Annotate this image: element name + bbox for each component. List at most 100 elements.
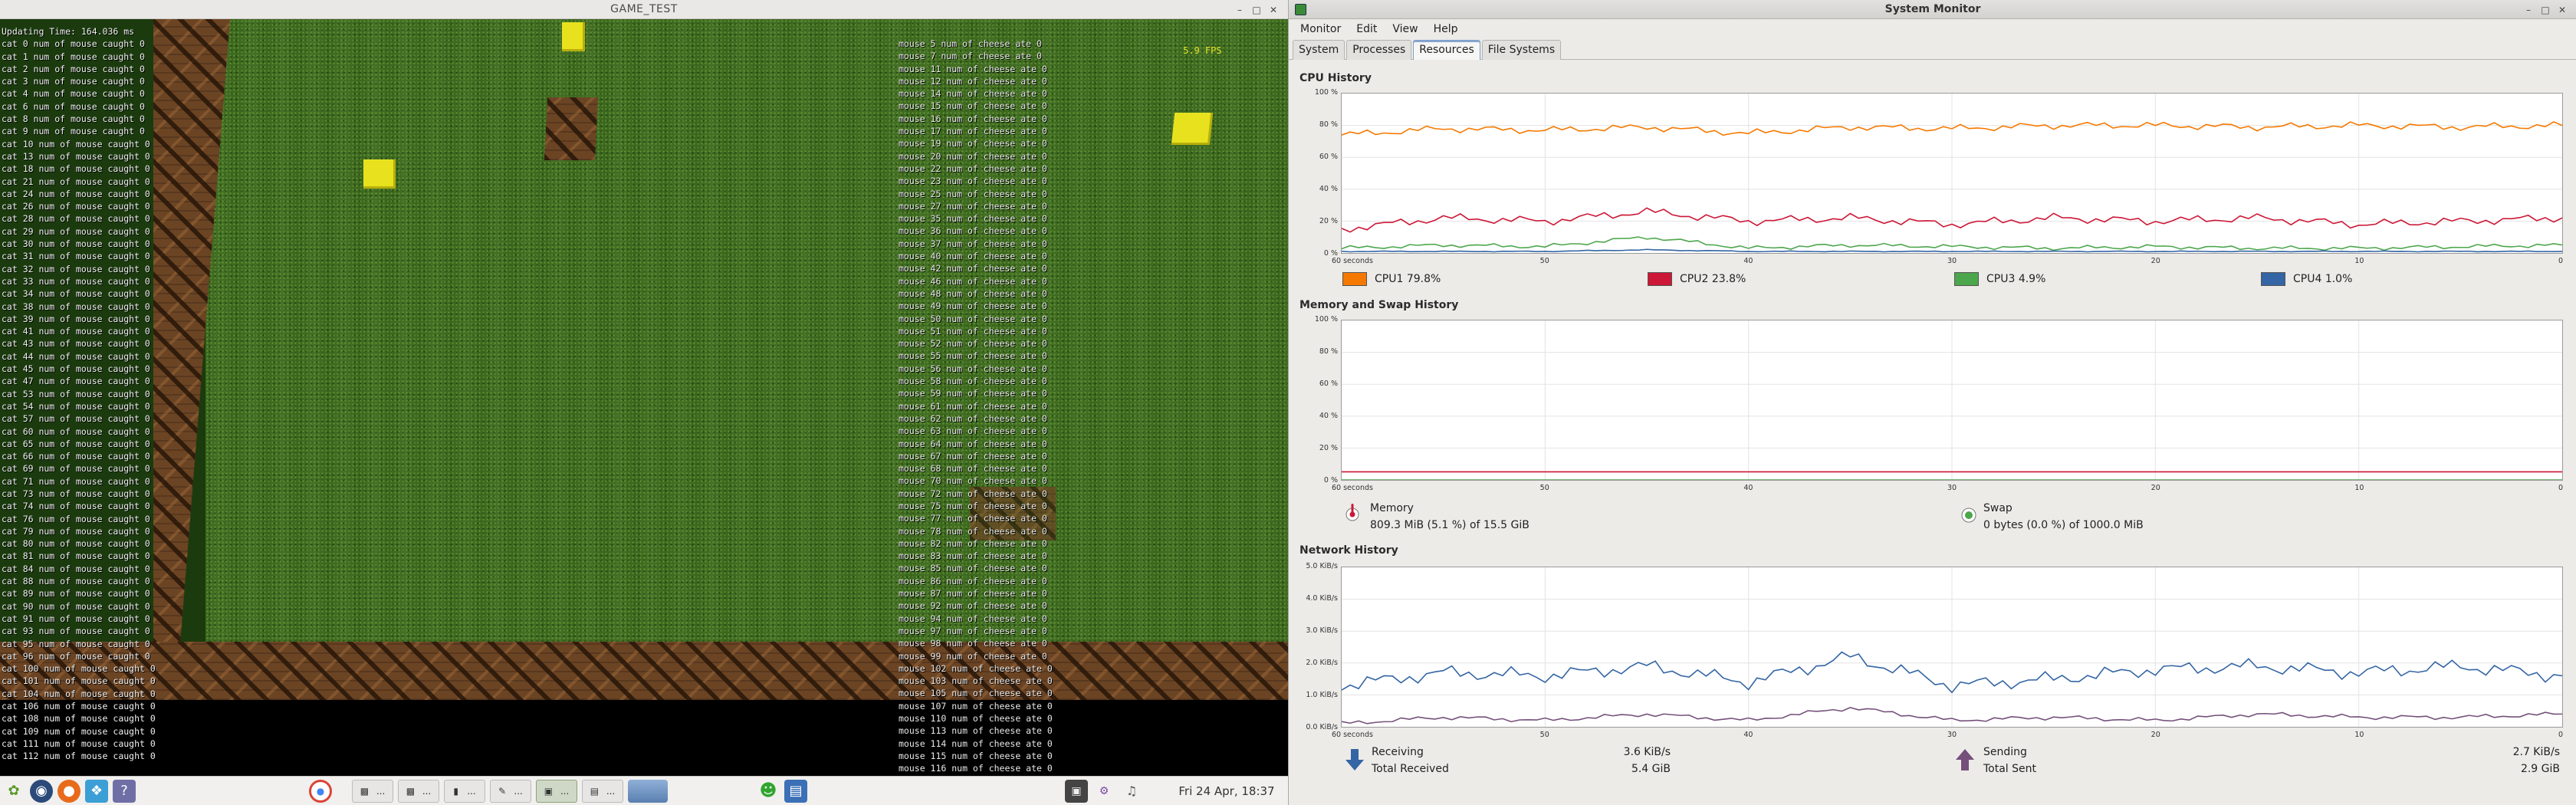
mouse-stat-line: mouse 42 num of cheese ate 0 — [899, 263, 1047, 274]
mouse-stat-line: mouse 85 num of cheese ate 0 — [899, 563, 1047, 574]
cpu-history-chart — [1341, 93, 2563, 254]
display-icon[interactable]: ▣ — [1065, 779, 1088, 803]
mouse-stat-line: mouse 48 num of cheese ate 0 — [899, 288, 1047, 299]
cat-stat-line: cat 112 num of mouse caught 0 — [2, 751, 156, 762]
taskbar-task-editor[interactable]: ✎... — [490, 779, 531, 803]
cat-stat-line: cat 38 num of mouse caught 0 — [2, 301, 150, 312]
download-arrow-icon[interactable] — [1346, 749, 1364, 774]
cpu3-swatch[interactable] — [1954, 272, 1979, 286]
cat-stat-line: cat 101 num of mouse caught 0 — [2, 675, 156, 687]
mouse-stat-line: mouse 50 num of cheese ate 0 — [899, 313, 1047, 324]
cpu4-swatch[interactable] — [2261, 272, 2285, 286]
maximize-icon[interactable]: □ — [2540, 5, 2551, 15]
cat-stat-line: cat 57 num of mouse caught 0 — [2, 413, 150, 425]
window-icon: ▤ — [590, 785, 600, 797]
menu-view[interactable]: View — [1387, 21, 1423, 37]
legend-cpu1[interactable]: CPU1 79.8% — [1342, 272, 1441, 286]
menu-edit[interactable]: Edit — [1351, 21, 1382, 37]
chrome-icon[interactable]: ● — [309, 779, 332, 803]
taskbar: ✿ ◉ ● ❖ ? ● ▩... ▩... ▮... ✎... ▣... ▤..… — [0, 776, 1288, 805]
cpu1-swatch[interactable] — [1342, 272, 1367, 286]
browser-icon[interactable]: ◉ — [30, 779, 53, 803]
mouse-stat-line: mouse 56 num of cheese ate 0 — [899, 363, 1047, 374]
task-label: ... — [606, 785, 616, 797]
total-received-value: 5.4 GiB — [1631, 763, 1671, 775]
close-icon[interactable]: ✕ — [1268, 5, 1279, 15]
running-man-icon[interactable]: ☻ — [757, 780, 780, 803]
mouse-stat-line: mouse 102 num of cheese ate 0 — [899, 662, 1053, 674]
taskbar-task-files[interactable]: ▮... — [444, 779, 485, 803]
cat-stat-line: cat 54 num of mouse caught 0 — [2, 400, 150, 412]
x-tick-label: 50 — [1539, 731, 1549, 739]
legend-cpu3[interactable]: CPU3 4.9% — [1954, 272, 2045, 286]
cat-stat-line: cat 41 num of mouse caught 0 — [2, 326, 150, 337]
workspace-switcher[interactable] — [628, 779, 668, 803]
game-viewport[interactable]: 5.9 FPS — [0, 19, 1288, 700]
swap-gauge-icon[interactable] — [1961, 508, 1976, 523]
mouse-stat-line: mouse 35 num of cheese ate 0 — [899, 213, 1047, 225]
system-monitor-window: System Monitor – □ ✕ Monitor Edit View H… — [1288, 0, 2576, 805]
game-titlebar[interactable]: GAME_TEST – □ ✕ — [0, 0, 1288, 19]
x-tick-label: 50 — [1539, 484, 1549, 492]
menu-help[interactable]: Help — [1428, 21, 1464, 37]
cat-stat-line: cat 65 num of mouse caught 0 — [2, 438, 150, 449]
receiving-value: 3.6 KiB/s — [1623, 746, 1671, 758]
taskbar-task-window[interactable]: ▤... — [582, 779, 623, 803]
wall-block — [544, 97, 599, 160]
minimize-icon[interactable]: – — [1234, 5, 1245, 15]
network-icon[interactable]: ⚙ — [1092, 780, 1116, 803]
x-tick-label: 0 — [2558, 484, 2564, 492]
legend-label: CPU4 1.0% — [2293, 273, 2353, 285]
legend-label: CPU1 79.8% — [1375, 273, 1441, 285]
taskbar-task-terminal-1[interactable]: ▩... — [352, 779, 393, 803]
mouse-stat-line: mouse 94 num of cheese ate 0 — [899, 613, 1047, 624]
close-icon[interactable]: ✕ — [2557, 5, 2568, 15]
tab-file-systems[interactable]: File Systems — [1481, 40, 1562, 60]
cat-stat-line: cat 21 num of mouse caught 0 — [2, 176, 150, 187]
cat-stat-line: cat 3 num of mouse caught 0 — [2, 76, 145, 87]
legend-cpu4[interactable]: CPU4 1.0% — [2261, 272, 2352, 286]
y-tick-label: 80 % — [1319, 347, 1338, 356]
taskbar-task-terminal-2[interactable]: ▩... — [398, 779, 439, 803]
tab-system[interactable]: System — [1293, 40, 1346, 60]
cat-stat-line: cat 109 num of mouse caught 0 — [2, 725, 156, 737]
monitor-icon: ▣ — [544, 785, 554, 797]
cat-stat-line: cat 13 num of mouse caught 0 — [2, 150, 150, 162]
memory-gauge-icon[interactable] — [1346, 502, 1359, 522]
cat-stat-line: cat 53 num of mouse caught 0 — [2, 388, 150, 399]
cpu-history-title: CPU History — [1300, 72, 1372, 84]
y-tick-label: 40 % — [1319, 412, 1338, 420]
x-tick-label: 40 — [1743, 257, 1753, 265]
taskbar-task-sysmon[interactable]: ▣... — [536, 779, 577, 803]
maximize-icon[interactable]: □ — [1251, 5, 1262, 15]
mouse-stat-line: mouse 87 num of cheese ate 0 — [899, 588, 1047, 600]
y-tick-label: 80 % — [1319, 120, 1338, 129]
mouse-stat-line: mouse 77 num of cheese ate 0 — [899, 513, 1047, 524]
help-icon[interactable]: ? — [113, 779, 136, 803]
legend-cpu2[interactable]: CPU2 23.8% — [1648, 272, 1746, 286]
y-tick-label: 100 % — [1314, 315, 1338, 324]
tools-icon[interactable]: ❖ — [85, 779, 108, 803]
upload-arrow-icon[interactable] — [1956, 749, 1974, 774]
cat-stat-line: cat 89 num of mouse caught 0 — [2, 588, 150, 600]
tab-resources[interactable]: Resources — [1413, 40, 1480, 60]
mouse-stat-line: mouse 51 num of cheese ate 0 — [899, 325, 1047, 337]
cat-stat-line: cat 88 num of mouse caught 0 — [2, 576, 150, 587]
mouse-stat-line: mouse 11 num of cheese ate 0 — [899, 63, 1047, 74]
file-manager-icon[interactable]: ▤ — [784, 779, 807, 803]
x-tick-label: 60 seconds — [1332, 257, 1373, 265]
mouse-stat-line: mouse 86 num of cheese ate 0 — [899, 575, 1047, 586]
cpu2-swatch[interactable] — [1648, 272, 1672, 286]
sysmon-titlebar[interactable]: System Monitor – □ ✕ — [1289, 0, 2576, 19]
firefox-icon[interactable]: ● — [58, 779, 80, 803]
minimize-icon[interactable]: – — [2523, 5, 2534, 15]
mouse-stat-line: mouse 75 num of cheese ate 0 — [899, 500, 1047, 511]
volume-icon[interactable]: ♫ — [1120, 780, 1143, 803]
tab-processes[interactable]: Processes — [1346, 40, 1412, 60]
menu-monitor[interactable]: Monitor — [1295, 21, 1346, 37]
start-menu-icon[interactable]: ✿ — [2, 780, 25, 803]
taskbar-clock[interactable]: Fri 24 Apr, 18:37 — [1165, 777, 1288, 805]
mouse-stats-list: mouse 5 num of cheese ate 0 mouse 7 num o… — [899, 38, 1053, 775]
y-tick-label: 2.0 KiB/s — [1306, 659, 1338, 667]
cat-stat-line: cat 80 num of mouse caught 0 — [2, 538, 150, 550]
